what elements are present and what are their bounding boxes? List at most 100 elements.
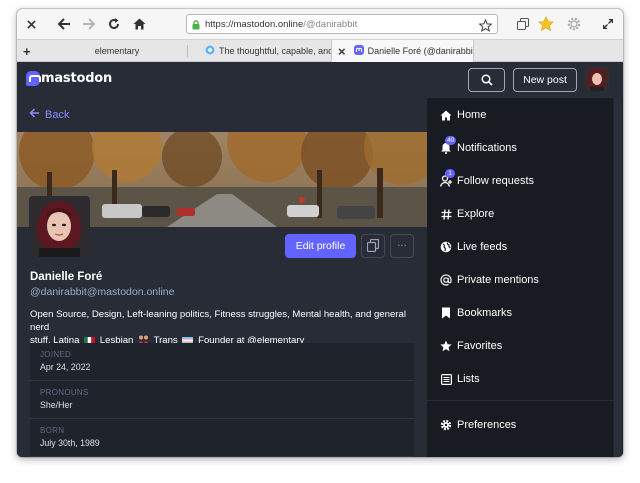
- bookmark-icon: [439, 306, 453, 320]
- profile-bio: Open Source, Design, Left-leaning politi…: [30, 308, 420, 347]
- new-tab-button[interactable]: +: [23, 40, 37, 62]
- account-avatar[interactable]: [585, 67, 609, 91]
- globe-favicon-icon: [205, 45, 215, 57]
- tab-label: elementary: [94, 46, 140, 56]
- nav-private-mentions[interactable]: Private mentions: [439, 270, 539, 290]
- logo-text: mastodon: [41, 71, 113, 86]
- settings-gear-icon[interactable]: [565, 14, 583, 34]
- follow-requests-badge: 1: [445, 169, 455, 178]
- favorites-star-icon[interactable]: [537, 14, 555, 34]
- hashtag-icon: [439, 207, 453, 221]
- bio-text: Open Source, Design, Left-leaning politi…: [30, 309, 406, 333]
- app-header: mastodon New post: [17, 62, 623, 98]
- profile-handle: @danirabbit@mastodon.online: [30, 286, 175, 298]
- women-couple-icon: [138, 335, 149, 344]
- new-post-button[interactable]: New post: [513, 68, 577, 92]
- profile-avatar[interactable]: [29, 196, 90, 259]
- bookmark-star-icon[interactable]: [478, 17, 493, 36]
- nav-label: Preferences: [457, 419, 517, 431]
- copy-icon: [366, 237, 380, 256]
- nav-label: Live feeds: [457, 241, 508, 253]
- back-link[interactable]: Back: [29, 108, 69, 121]
- nav-divider: [427, 400, 613, 401]
- notifications-badge: 40: [445, 136, 457, 145]
- lock-icon: [192, 15, 200, 34]
- nav-label: Private mentions: [457, 274, 539, 286]
- nav-label: Home: [457, 109, 487, 121]
- plus-icon: +: [23, 43, 31, 59]
- tab-label: Danielle Foré (@danirabbit: [367, 46, 474, 56]
- browser-window: https://mastodon.online/@danirabbit + el…: [17, 9, 623, 457]
- field-pronouns: PRONOUNS She/Her: [30, 381, 414, 419]
- user-add-icon: 1: [439, 169, 455, 188]
- globe-icon: [439, 240, 453, 254]
- nav-label: Explore: [457, 208, 495, 220]
- address-bar[interactable]: https://mastodon.online/@danirabbit: [186, 14, 498, 34]
- search-button[interactable]: [468, 68, 505, 92]
- nav-home[interactable]: Home: [439, 105, 486, 125]
- tab-separator: [187, 45, 188, 57]
- nav-notifications[interactable]: 40 Notifications: [439, 136, 517, 158]
- trans-flag-icon: [182, 335, 194, 344]
- field-value: July 30th, 1989: [40, 438, 100, 448]
- tab-elementary[interactable]: elementary: [47, 40, 187, 62]
- nav-live-feeds[interactable]: Live feeds: [439, 237, 507, 257]
- nav-bookmarks[interactable]: Bookmarks: [439, 303, 512, 323]
- home-icon: [439, 108, 453, 122]
- at-icon: [439, 273, 453, 287]
- field-value: Apr 24, 2022: [40, 362, 91, 372]
- nav-explore[interactable]: Explore: [439, 204, 494, 224]
- nav-label: Follow requests: [457, 175, 535, 187]
- nav-label: Favorites: [457, 340, 503, 352]
- field-born: BORN July 30th, 1989: [30, 419, 414, 457]
- more-options-button[interactable]: ···: [390, 234, 414, 258]
- arrow-left-icon: [29, 108, 40, 121]
- field-joined: JOINED Apr 24, 2022: [30, 343, 414, 381]
- cog-icon: [439, 418, 453, 432]
- tab-thoughtful[interactable]: The thoughtful, capable, and: [205, 40, 335, 62]
- nav-label: Lists: [457, 373, 480, 385]
- nav-preferences[interactable]: Preferences: [439, 415, 516, 435]
- list-icon: [439, 372, 453, 386]
- tab-label: The thoughtful, capable, and: [219, 46, 334, 56]
- tab-strip: + elementary The thoughtful, capable, an…: [17, 39, 623, 62]
- home-icon[interactable]: [131, 14, 147, 34]
- navigation-panel: Home 40 Notifications 1 Follow requests …: [427, 98, 613, 457]
- field-label: PRONOUNS: [40, 388, 89, 397]
- nav-favorites[interactable]: Favorites: [439, 336, 502, 356]
- forward-arrow-icon[interactable]: [80, 14, 98, 34]
- mastodon-logo-icon: [26, 71, 41, 86]
- display-name: Danielle Foré: [30, 271, 103, 283]
- mexico-flag-icon: [84, 335, 96, 344]
- close-tab-icon[interactable]: ×: [338, 44, 346, 59]
- back-arrow-icon[interactable]: [55, 14, 73, 34]
- field-label: JOINED: [40, 350, 72, 359]
- nav-lists[interactable]: Lists: [439, 369, 480, 389]
- url-text: https://mastodon.online/@danirabbit: [205, 18, 358, 30]
- edit-profile-button[interactable]: Edit profile: [285, 234, 356, 258]
- mastodon-app: mastodon New post Back Edit profile ··· …: [17, 62, 623, 457]
- back-label: Back: [45, 108, 70, 121]
- scrollbar-thumb[interactable]: [614, 98, 622, 457]
- tab-danielle[interactable]: × Danielle Foré (@danirabbit: [331, 40, 474, 62]
- fullscreen-icon[interactable]: [600, 14, 616, 34]
- mastodon-favicon-icon: [353, 45, 364, 57]
- profile-fields: JOINED Apr 24, 2022 PRONOUNS She/Her BOR…: [30, 343, 414, 457]
- browser-toolbar: https://mastodon.online/@danirabbit: [17, 9, 623, 39]
- copy-link-button[interactable]: [361, 234, 385, 258]
- page-scrollbar[interactable]: [613, 98, 623, 457]
- nav-label: Notifications: [457, 142, 517, 154]
- nav-follow-requests[interactable]: 1 Follow requests: [439, 169, 535, 191]
- ellipsis-icon: ···: [397, 240, 407, 252]
- nav-label: Bookmarks: [457, 307, 513, 319]
- copy-page-icon[interactable]: [515, 14, 531, 34]
- bell-icon: 40: [439, 136, 457, 155]
- star-icon: [439, 339, 453, 353]
- search-icon: [480, 71, 493, 90]
- mastodon-logo[interactable]: mastodon: [26, 71, 112, 86]
- close-window-icon[interactable]: [23, 14, 39, 34]
- profile-column: Back Edit profile ··· Danielle Foré @dan…: [17, 98, 427, 457]
- field-label: BORN: [40, 426, 65, 435]
- field-value: She/Her: [40, 400, 73, 410]
- reload-icon[interactable]: [106, 14, 122, 34]
